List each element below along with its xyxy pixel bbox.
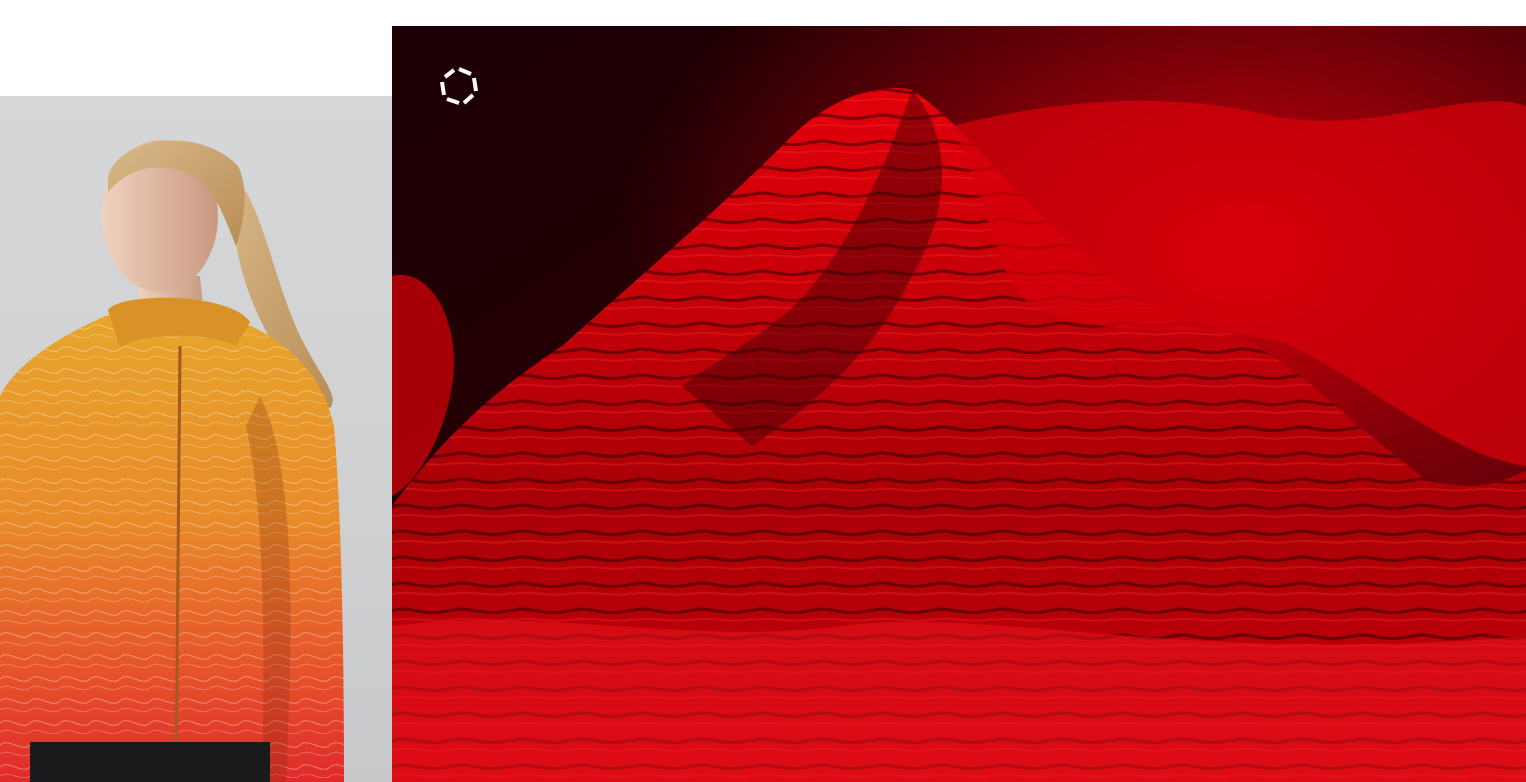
red-mountain-image <box>392 26 1526 782</box>
woman-in-jacket-image <box>0 140 344 782</box>
mountain-hero-image <box>392 26 1526 782</box>
model-photo <box>0 96 392 782</box>
loading-ring-icon <box>438 65 480 107</box>
page <box>0 0 1526 782</box>
